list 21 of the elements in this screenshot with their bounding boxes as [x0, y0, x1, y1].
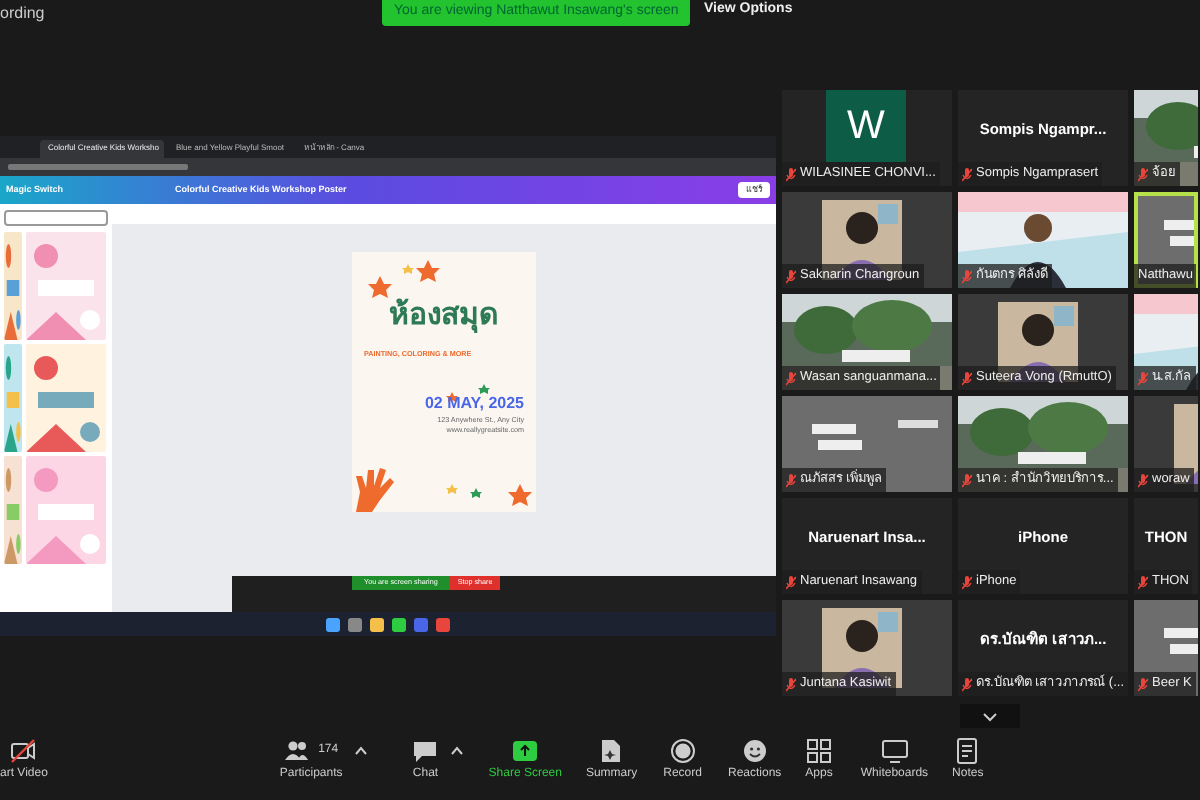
more-participants-button[interactable]	[960, 704, 1020, 728]
video-off-icon	[10, 738, 37, 764]
chat-icon	[412, 738, 439, 764]
document-sparkle-icon	[598, 738, 625, 764]
share-screen-icon	[512, 738, 539, 764]
whiteboard-icon	[881, 738, 908, 764]
caret-up-icon[interactable]	[354, 746, 369, 756]
recording-label: ording	[0, 2, 45, 26]
poster-title: ห้องสมุด	[389, 294, 499, 337]
smiley-icon	[741, 738, 768, 764]
hand-drawing	[352, 464, 396, 512]
poster-date: 02 MAY, 2025	[424, 391, 524, 416]
notes-icon	[954, 738, 981, 764]
participants-icon	[284, 738, 311, 764]
chevron-down-icon	[982, 711, 998, 721]
address-bar[interactable]	[0, 158, 776, 176]
caret-up-icon[interactable]	[450, 746, 465, 756]
search-field[interactable]	[4, 210, 108, 226]
record-icon	[669, 738, 696, 764]
apps-icon	[806, 738, 833, 764]
avatar-letter: W	[826, 90, 906, 162]
